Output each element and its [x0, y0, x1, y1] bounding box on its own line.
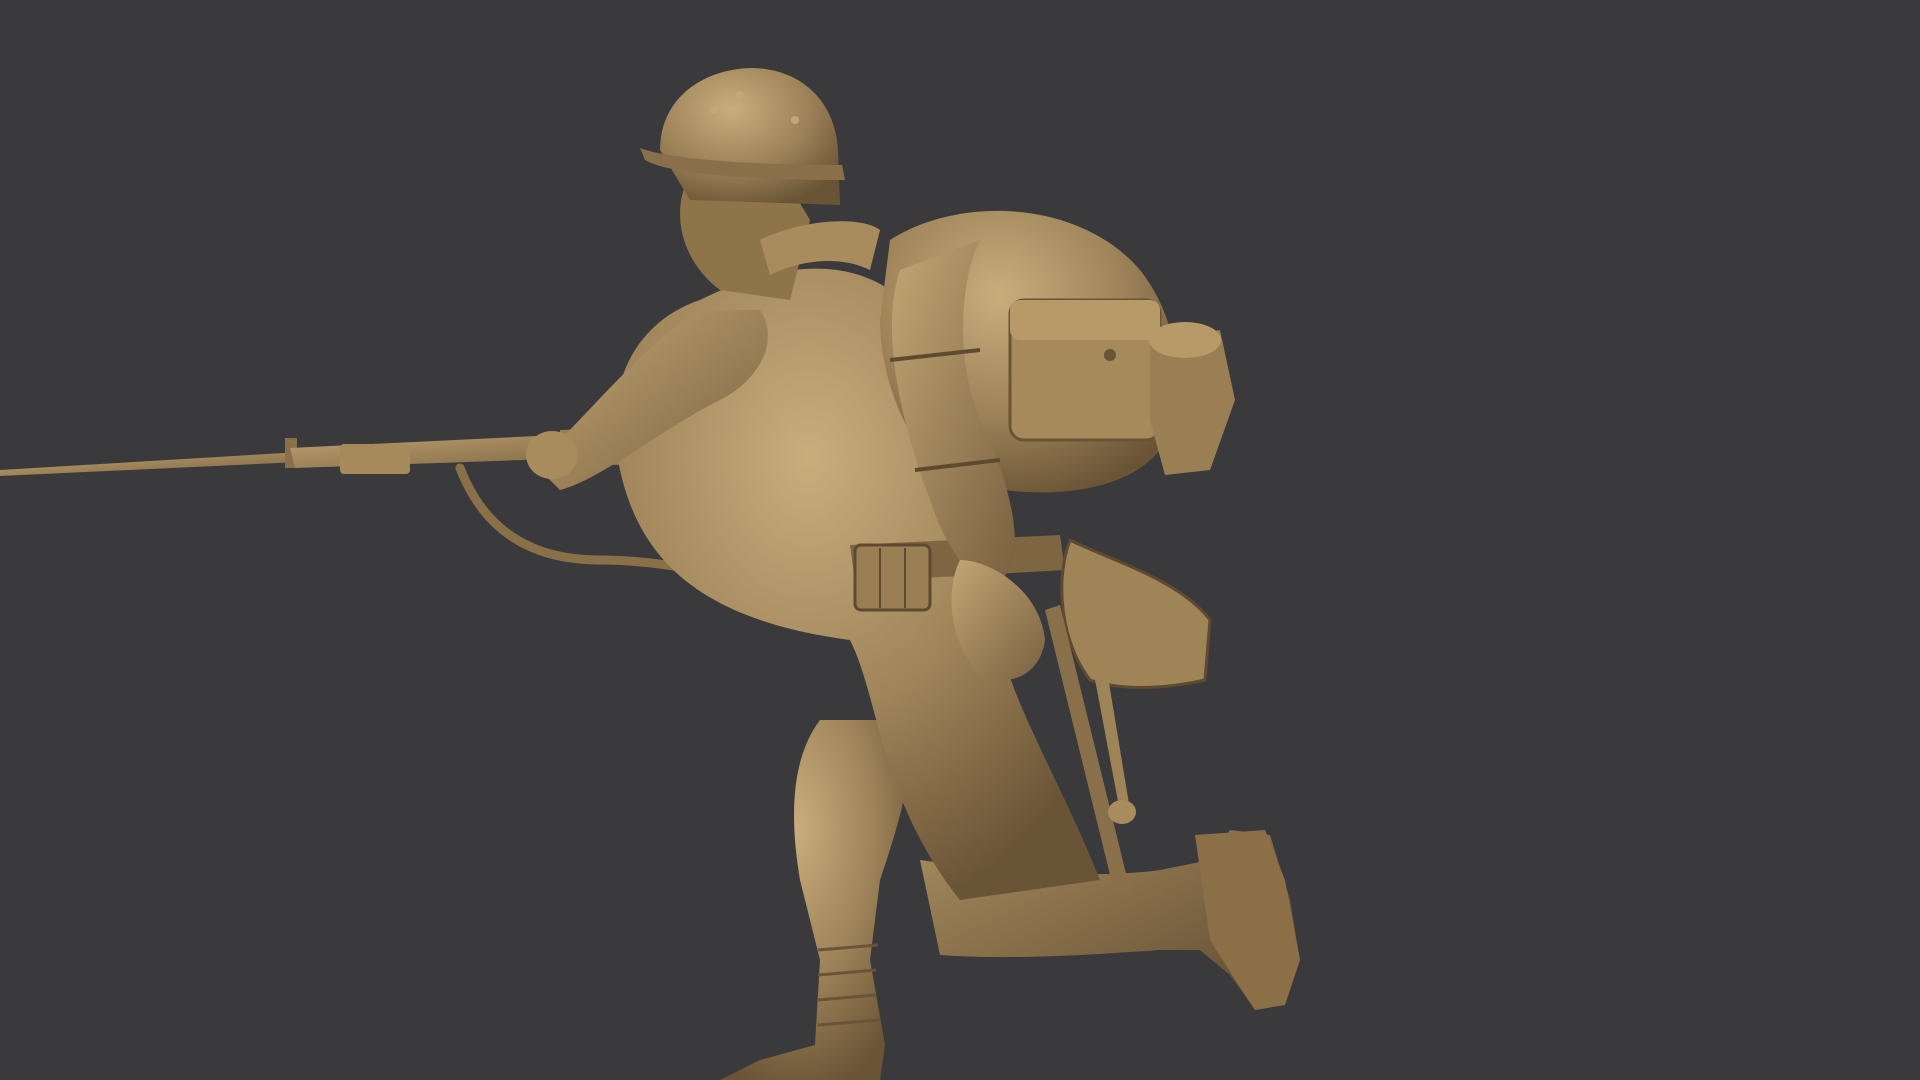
front-leg: [720, 720, 909, 1080]
helmet: [640, 68, 845, 205]
soldier-sculpture: [0, 68, 1300, 1080]
viewport: [0, 0, 1920, 1080]
